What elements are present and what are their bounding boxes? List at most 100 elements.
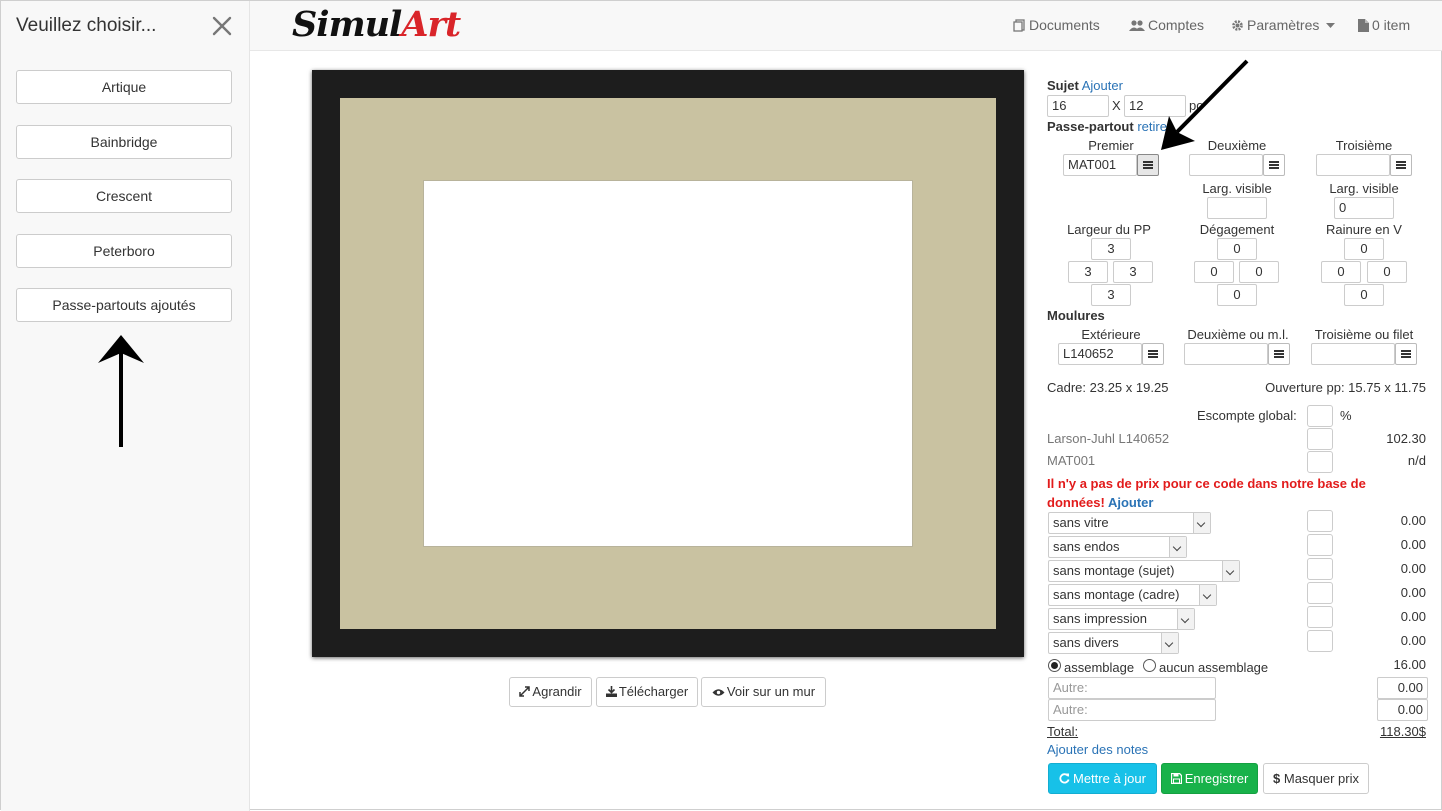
- moulding-price-checkbox[interactable]: [1307, 428, 1333, 450]
- misc-select[interactable]: sans divers: [1048, 632, 1179, 654]
- expand-icon: [519, 686, 531, 697]
- reveal-left-input[interactable]: 0: [1194, 261, 1234, 283]
- dollar-icon: $: [1273, 771, 1281, 786]
- nav-documents[interactable]: Documents: [1013, 17, 1100, 33]
- printing-select[interactable]: sans impression: [1048, 608, 1195, 630]
- file-icon: [1358, 19, 1369, 32]
- no-assembly-label: aucun assemblage: [1159, 660, 1269, 675]
- other-1-input[interactable]: Autre:: [1048, 677, 1216, 699]
- printing-checkbox[interactable]: [1307, 606, 1333, 628]
- v-groove-top-input[interactable]: 0: [1344, 238, 1384, 260]
- add-price-link[interactable]: Ajouter: [1108, 495, 1154, 510]
- v-groove-label: Rainure en V: [1326, 222, 1402, 237]
- download-button[interactable]: Télécharger: [596, 677, 698, 707]
- visible-width-label-3: Larg. visible: [1329, 181, 1399, 196]
- caret-down-icon: [1326, 23, 1336, 28]
- view-on-wall-button[interactable]: Voir sur un mur: [701, 677, 826, 707]
- visible-width-label-2: Larg. visible: [1202, 181, 1272, 196]
- users-icon: [1129, 20, 1145, 31]
- subject-width-input[interactable]: 16: [1047, 95, 1109, 117]
- outer-moulding-input[interactable]: L140652: [1058, 343, 1142, 365]
- other-2-price-input[interactable]: 0.00: [1377, 699, 1428, 721]
- save-button[interactable]: Enregistrer: [1161, 763, 1258, 794]
- enlarge-button[interactable]: Agrandir: [509, 677, 592, 707]
- visible-width-input-3[interactable]: 0: [1334, 197, 1394, 219]
- mat-third-code-input[interactable]: [1316, 154, 1390, 176]
- mat-opening: [423, 180, 913, 547]
- mat-first-code-input[interactable]: MAT001: [1063, 154, 1137, 176]
- printing-price: 0.00: [1400, 609, 1426, 624]
- sidebar-item-bainbridge[interactable]: Bainbridge: [16, 125, 232, 159]
- v-groove-right-input[interactable]: 0: [1367, 261, 1407, 283]
- mat-width-bottom-input[interactable]: 3: [1091, 284, 1131, 306]
- subject-mounting-price: 0.00: [1400, 561, 1426, 576]
- reveal-right-input[interactable]: 0: [1239, 261, 1279, 283]
- frame-size-text: Cadre: 23.25 x 19.25: [1047, 380, 1169, 395]
- mat-price-checkbox[interactable]: [1307, 451, 1333, 473]
- backing-checkbox[interactable]: [1307, 534, 1333, 556]
- reveal-bottom-input[interactable]: 0: [1217, 284, 1257, 306]
- choice-sidebar: Veuillez choisir... Artique Bainbridge C…: [1, 1, 250, 811]
- gear-icon: [1232, 20, 1243, 31]
- second-moulding-label: Deuxième ou m.l.: [1187, 327, 1289, 342]
- mat-third-label: Troisième: [1335, 138, 1393, 153]
- simulart-logo[interactable]: SimulArt: [292, 4, 461, 45]
- other-2-input[interactable]: Autre:: [1048, 699, 1216, 721]
- other-1-price-input[interactable]: 0.00: [1377, 677, 1428, 699]
- outer-moulding-list-icon[interactable]: [1142, 343, 1164, 365]
- nav-comptes[interactable]: Comptes: [1129, 17, 1204, 33]
- frame-mounting-checkbox[interactable]: [1307, 582, 1333, 604]
- assembly-radio[interactable]: [1048, 659, 1061, 672]
- refresh-icon: [1059, 773, 1070, 784]
- mat-third-list-icon[interactable]: [1390, 154, 1412, 176]
- no-assembly-radio[interactable]: [1143, 659, 1156, 672]
- frame-preview: [312, 70, 1024, 657]
- subject-mounting-checkbox[interactable]: [1307, 558, 1333, 580]
- assembly-price: 16.00: [1393, 657, 1426, 672]
- third-moulding-list-icon[interactable]: [1395, 343, 1417, 365]
- backing-select[interactable]: sans endos: [1048, 536, 1187, 558]
- visible-width-input-2[interactable]: [1207, 197, 1267, 219]
- mat-width-top-input[interactable]: 3: [1091, 238, 1131, 260]
- floppy-icon: [1170, 772, 1182, 785]
- opening-size-text: Ouverture pp: 15.75 x 11.75: [1265, 380, 1426, 395]
- sidebar-item-added-mats[interactable]: Passe-partouts ajoutés: [16, 288, 232, 322]
- third-moulding-label: Troisième ou filet: [1314, 327, 1414, 342]
- mat-price-label: MAT001: [1047, 453, 1096, 468]
- v-groove-left-input[interactable]: 0: [1321, 261, 1361, 283]
- sidebar-item-peterboro[interactable]: Peterboro: [16, 234, 232, 268]
- mat-first-label: Premier: [1088, 138, 1134, 153]
- glass-price: 0.00: [1400, 513, 1426, 528]
- add-notes-link[interactable]: Ajouter des notes: [1047, 742, 1148, 757]
- third-moulding-input[interactable]: [1311, 343, 1395, 365]
- second-moulding-list-icon[interactable]: [1268, 343, 1290, 365]
- mat-preview: [340, 98, 996, 629]
- mat-width-left-input[interactable]: 3: [1068, 261, 1108, 283]
- backing-price: 0.00: [1400, 537, 1426, 552]
- misc-checkbox[interactable]: [1307, 630, 1333, 652]
- v-groove-bottom-input[interactable]: 0: [1344, 284, 1384, 306]
- add-subject-link[interactable]: Ajouter: [1082, 78, 1123, 93]
- nav-parametres[interactable]: Paramètres: [1231, 17, 1338, 33]
- glass-select[interactable]: sans vitre: [1048, 512, 1211, 534]
- global-discount-input[interactable]: [1307, 405, 1333, 427]
- update-button[interactable]: Mettre à jour: [1048, 763, 1157, 794]
- frame-mounting-select[interactable]: sans montage (cadre): [1048, 584, 1217, 606]
- subject-mounting-select[interactable]: sans montage (sujet): [1048, 560, 1240, 582]
- global-discount-label: Escompte global:: [1197, 408, 1297, 423]
- outer-moulding-label: Extérieure: [1081, 327, 1141, 342]
- nav-cart[interactable]: 0 item: [1358, 17, 1410, 33]
- glass-checkbox[interactable]: [1307, 510, 1333, 532]
- subject-row: Sujet Ajouter: [1047, 78, 1123, 93]
- mat-price: n/d: [1407, 453, 1426, 468]
- assembly-label: assemblage: [1064, 660, 1135, 675]
- second-moulding-input[interactable]: [1184, 343, 1268, 365]
- reveal-top-input[interactable]: 0: [1217, 238, 1257, 260]
- sidebar-item-artique[interactable]: Artique: [16, 70, 232, 104]
- mat-width-right-input[interactable]: 3: [1113, 261, 1153, 283]
- percent-label: %: [1340, 408, 1352, 423]
- close-icon[interactable]: [210, 14, 234, 38]
- mat-second-list-icon[interactable]: [1263, 154, 1285, 176]
- sidebar-item-crescent[interactable]: Crescent: [16, 179, 232, 213]
- hide-price-button[interactable]: $ Masquer prix: [1263, 763, 1369, 794]
